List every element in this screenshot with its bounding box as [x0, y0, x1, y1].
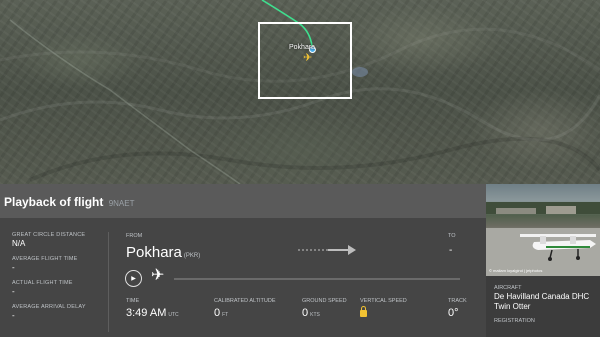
lock-icon[interactable] — [360, 306, 367, 317]
aircraft-photo-drawing — [486, 202, 600, 276]
time-value-wrap: 3:49 AM UTC — [126, 307, 179, 319]
track-value: 0° — [448, 307, 459, 319]
ground-speed-unit: KTS — [310, 312, 320, 318]
time-label: TIME — [126, 298, 140, 304]
time-value: 3:49 AM — [126, 307, 167, 319]
panel-header: Playback of flight 9NAET — [0, 184, 486, 218]
live-time: TIME 3:49 AM UTC — [126, 298, 179, 319]
stat-average-arrival-delay: AVERAGE ARRIVAL DELAY - — [12, 304, 104, 320]
to-label: TO — [448, 233, 456, 239]
panel-title: Playback of flight — [4, 195, 104, 209]
play-button[interactable]: ▶ — [125, 270, 142, 287]
aircraft-map-marker-icon[interactable]: ✈ — [303, 53, 312, 64]
altitude-value-wrap: 0 FT — [214, 307, 276, 319]
stat-value: N/A — [12, 239, 26, 248]
altitude-value: 0 — [214, 307, 221, 319]
stat-label: AVERAGE FLIGHT TIME — [12, 256, 78, 262]
destination-airport[interactable]: - — [449, 245, 452, 256]
stat-value: - — [12, 263, 15, 272]
altitude-label: CALIBRATED ALTITUDE — [214, 298, 276, 304]
aircraft-photo[interactable]: © mailam loyalgind | jetphotos — [486, 184, 600, 276]
stat-label: ACTUAL FLIGHT TIME — [12, 280, 73, 286]
flight-registration[interactable]: 9NAET — [109, 199, 135, 208]
aircraft-panel: © mailam loyalgind | jetphotos AIRCRAFT … — [486, 184, 600, 337]
origin-airport[interactable]: Pokhara (PKR) — [126, 244, 200, 261]
live-ground-speed: GROUND SPEED 0 KTS — [302, 298, 347, 319]
aircraft-label: AIRCRAFT — [494, 285, 522, 291]
stat-actual-flight-time: ACTUAL FLIGHT TIME - — [12, 280, 104, 296]
live-vertical-speed: VERTICAL SPEED — [360, 298, 407, 322]
stat-label: AVERAGE ARRIVAL DELAY — [12, 304, 86, 310]
ground-speed-value-wrap: 0 KTS — [302, 307, 347, 319]
time-unit: UTC — [168, 312, 179, 318]
stat-average-flight-time: AVERAGE FLIGHT TIME - — [12, 256, 104, 272]
registration-label: REGISTRATION — [494, 318, 535, 324]
route-arrow-icon — [298, 245, 356, 255]
from-label: FROM — [126, 233, 143, 239]
playback-panel: Playback of flight 9NAET GREAT CIRCLE DI… — [0, 184, 486, 337]
live-track: TRACK 0° — [448, 298, 467, 319]
vertical-speed-label: VERTICAL SPEED — [360, 298, 407, 304]
track-label: TRACK — [448, 298, 467, 304]
stat-great-circle-distance: GREAT CIRCLE DISTANCE N/A — [12, 232, 104, 248]
altitude-unit: FT — [222, 312, 229, 318]
ground-speed-value: 0 — [302, 307, 309, 319]
flight-map[interactable]: Pokhara ✈ — [0, 0, 600, 184]
playback-aircraft-icon: ✈ — [151, 267, 165, 284]
origin-city: Pokhara — [126, 244, 182, 261]
stat-value: - — [12, 287, 15, 296]
live-altitude: CALIBRATED ALTITUDE 0 FT — [214, 298, 276, 319]
photo-credit[interactable]: © mailam loyalgind | jetphotos — [489, 268, 542, 273]
flight-stats: GREAT CIRCLE DISTANCE N/A AVERAGE FLIGHT… — [12, 232, 104, 328]
stat-value: - — [12, 311, 15, 320]
airport-map-label: Pokhara — [289, 44, 316, 51]
stat-label: GREAT CIRCLE DISTANCE — [12, 232, 86, 238]
ground-speed-label: GROUND SPEED — [302, 298, 347, 304]
playback-timeline-slider[interactable] — [174, 278, 460, 280]
play-icon: ▶ — [131, 276, 136, 282]
panel-divider — [108, 232, 109, 332]
aircraft-model: De Havilland Canada DHC Twin Otter — [494, 292, 590, 311]
origin-code: (PKR) — [183, 253, 201, 259]
